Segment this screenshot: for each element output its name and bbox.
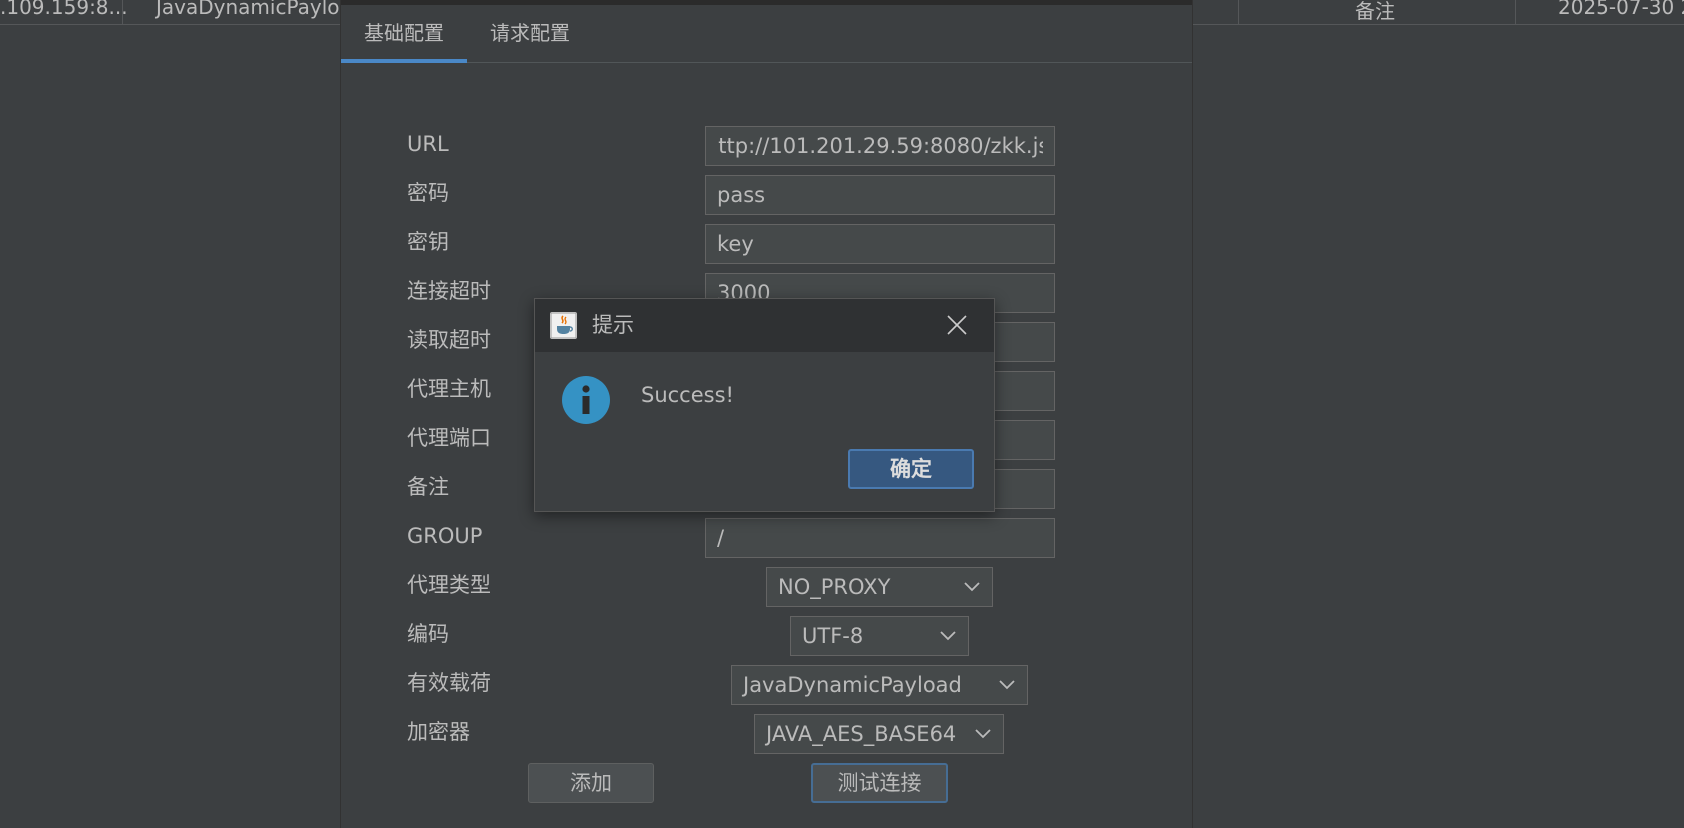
tab-basic-config[interactable]: 基础配置 [341,5,467,63]
payload-value: JavaDynamicPayload [743,673,962,697]
proxy-type-value: NO_PROXY [778,575,891,599]
message-text: Success! [641,383,734,407]
url-input[interactable] [705,126,1055,166]
column-divider [122,0,123,25]
password-label: 密码 [407,181,449,205]
info-icon [562,376,610,424]
chevron-down-icon [999,680,1015,690]
group-input[interactable] [705,518,1055,558]
tab-request-config[interactable]: 请求配置 [467,5,593,63]
close-icon[interactable] [946,314,968,336]
remark-label: 备注 [407,475,449,499]
add-button[interactable]: 添加 [528,763,654,803]
encoding-select[interactable]: UTF-8 [790,616,969,656]
url-label: URL [407,132,449,156]
table-cell-date: 2025-07-30 2 [1558,0,1684,19]
chevron-down-icon [940,631,956,641]
proxy-host-label: 代理主机 [407,377,491,401]
cryption-select[interactable]: JAVA_AES_BASE64 [754,714,1004,754]
java-cup-icon [550,312,577,339]
key-input[interactable] [705,224,1055,264]
message-dialog-title: 提示 [592,313,634,337]
cryption-label: 加密器 [407,720,470,744]
config-tabs: 基础配置 请求配置 [341,5,1192,63]
column-divider [1515,0,1516,25]
table-cell-remark: 备注 [1355,0,1395,23]
encoding-label: 编码 [407,622,449,646]
proxy-type-select[interactable]: NO_PROXY [766,567,993,607]
key-label: 密钥 [407,230,449,254]
proxy-type-label: 代理类型 [407,573,491,597]
ok-button[interactable]: 确定 [848,449,974,489]
read-timeout-label: 读取超时 [407,328,491,352]
connect-timeout-label: 连接超时 [407,279,491,303]
table-cell-payload: JavaDynamicPaylo [156,0,340,19]
payload-select[interactable]: JavaDynamicPayload [731,665,1028,705]
payload-label: 有效载荷 [407,671,491,695]
chevron-down-icon [975,729,991,739]
message-dialog: 提示 Success! 确定 [534,298,995,512]
encoding-value: UTF-8 [802,624,864,648]
password-input[interactable] [705,175,1055,215]
message-dialog-titlebar[interactable]: 提示 [535,299,994,352]
table-cell-host: .109.159:8... [0,0,128,19]
group-label: GROUP [407,524,483,548]
cryption-value: JAVA_AES_BASE64 [766,722,957,746]
chevron-down-icon [964,582,980,592]
column-divider [1238,0,1239,25]
proxy-port-label: 代理端口 [407,426,491,450]
test-connection-button[interactable]: 测试连接 [811,763,948,803]
